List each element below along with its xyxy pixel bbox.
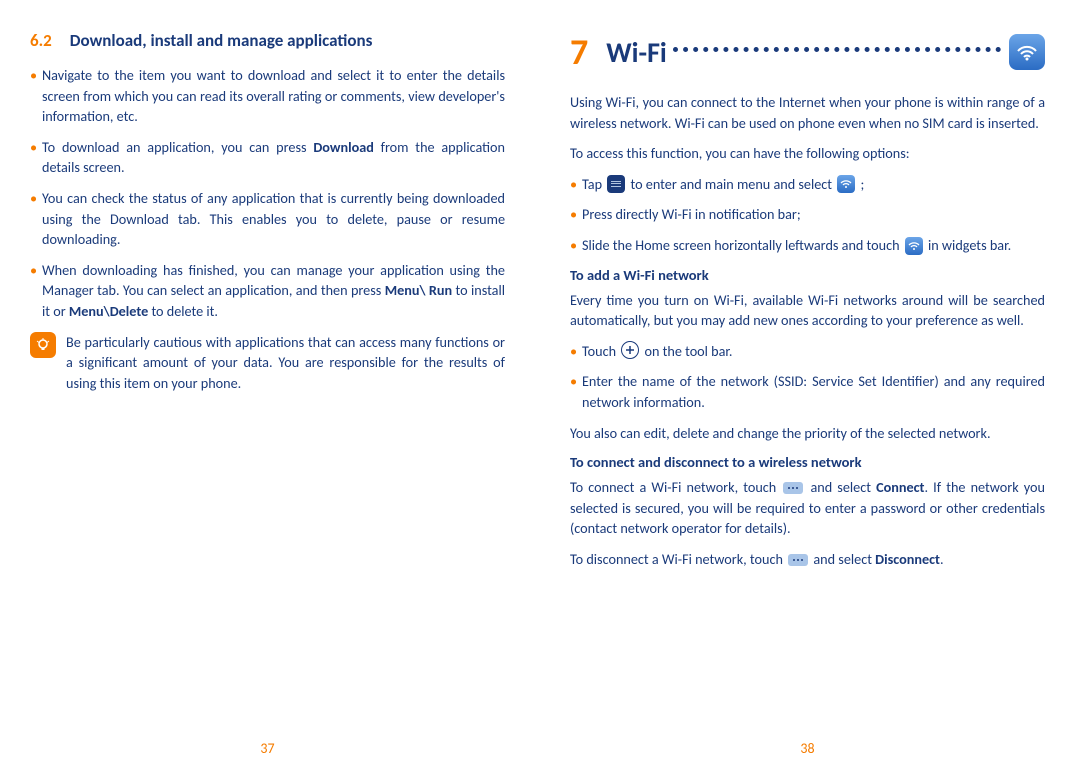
bullet-item: Tap to enter and main menu and select ; — [570, 174, 1045, 195]
bullet-item: To download an application, you can pres… — [30, 137, 505, 178]
bullet-item: Enter the name of the network (SSID: Ser… — [570, 371, 1045, 412]
note-text: Be particularly cautious with applicatio… — [66, 332, 505, 394]
section-title: Download, install and manage application… — [70, 30, 373, 51]
more-icon — [788, 554, 808, 566]
paragraph: To disconnect a Wi-Fi network, touch and… — [570, 549, 1045, 570]
right-page: 7 Wi-Fi Using Wi-Fi, you can connect to … — [540, 0, 1080, 767]
plus-icon — [621, 341, 639, 359]
wifi-icon — [1009, 34, 1045, 70]
page-number: 38 — [570, 740, 1045, 757]
paragraph: Every time you turn on Wi-Fi, available … — [570, 290, 1045, 331]
chapter-dots — [673, 47, 1001, 52]
chapter-number: 7 — [570, 30, 588, 74]
paragraph: To connect a Wi-Fi network, touch and se… — [570, 477, 1045, 539]
subheading: To connect and disconnect to a wireless … — [570, 453, 1045, 471]
bullet-list: Tap to enter and main menu and select ; … — [570, 174, 1045, 256]
section-heading: 6.2 Download, install and manage applicat… — [30, 30, 505, 51]
bullet-item: When downloading has finished, you can m… — [30, 260, 505, 322]
bullet-list: Touch on the tool bar. Enter the name of… — [570, 341, 1045, 413]
page-number: 37 — [30, 740, 505, 757]
paragraph: Using Wi-Fi, you can connect to the Inte… — [570, 92, 1045, 133]
chapter-title: Wi-Fi — [606, 35, 667, 70]
bullet-list: Navigate to the item you want to downloa… — [30, 65, 505, 322]
bullet-item: Navigate to the item you want to downloa… — [30, 65, 505, 127]
tip-icon — [30, 332, 56, 358]
chapter-heading: 7 Wi-Fi — [570, 30, 1045, 74]
grid-menu-icon — [607, 175, 625, 193]
paragraph: You also can edit, delete and change the… — [570, 423, 1045, 444]
left-page: 6.2 Download, install and manage applicat… — [0, 0, 540, 767]
subheading: To add a Wi-Fi network — [570, 266, 1045, 284]
section-number: 6.2 — [30, 30, 52, 51]
paragraph: To access this function, you can have th… — [570, 143, 1045, 164]
wifi-small-icon — [905, 237, 923, 255]
bullet-item: Touch on the tool bar. — [570, 341, 1045, 362]
note-block: Be particularly cautious with applicatio… — [30, 332, 505, 394]
wifi-small-icon — [837, 175, 855, 193]
bullet-item: You can check the status of any applicat… — [30, 188, 505, 250]
bullet-item: Slide the Home screen horizontally leftw… — [570, 235, 1045, 256]
more-icon — [783, 482, 803, 494]
bullet-item: Press directly Wi-Fi in notification bar… — [570, 204, 1045, 225]
